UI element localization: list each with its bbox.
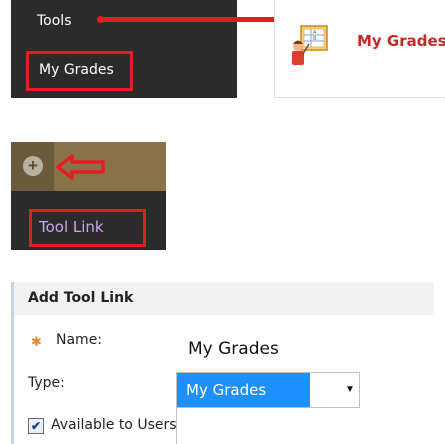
red-arrow-icon [56,154,105,180]
connector-dot [97,16,104,23]
available-checkbox[interactable]: ✔ [28,418,44,434]
chevron-down-icon[interactable]: ▼ [345,384,355,395]
form-title: Add Tool Link [28,290,134,306]
connector-line [100,17,290,22]
dropdown-edge [176,407,177,444]
plus-circle-icon[interactable]: + [23,156,43,176]
menu-item-tools[interactable]: Tools [37,13,72,29]
preview-title: My Grades [357,32,445,50]
required-star-icon: ✱ [31,334,42,349]
name-field[interactable]: My Grades [178,330,338,366]
type-label: Type: [28,375,65,391]
grades-chart-icon: A B [292,25,328,65]
highlight-tool-link [29,209,146,247]
type-selected-option[interactable]: My Grades [177,373,310,407]
svg-text:B: B [313,36,317,42]
highlight-my-grades [26,51,133,91]
available-label: Available to Users [51,417,176,433]
name-label: Name: [56,332,103,348]
